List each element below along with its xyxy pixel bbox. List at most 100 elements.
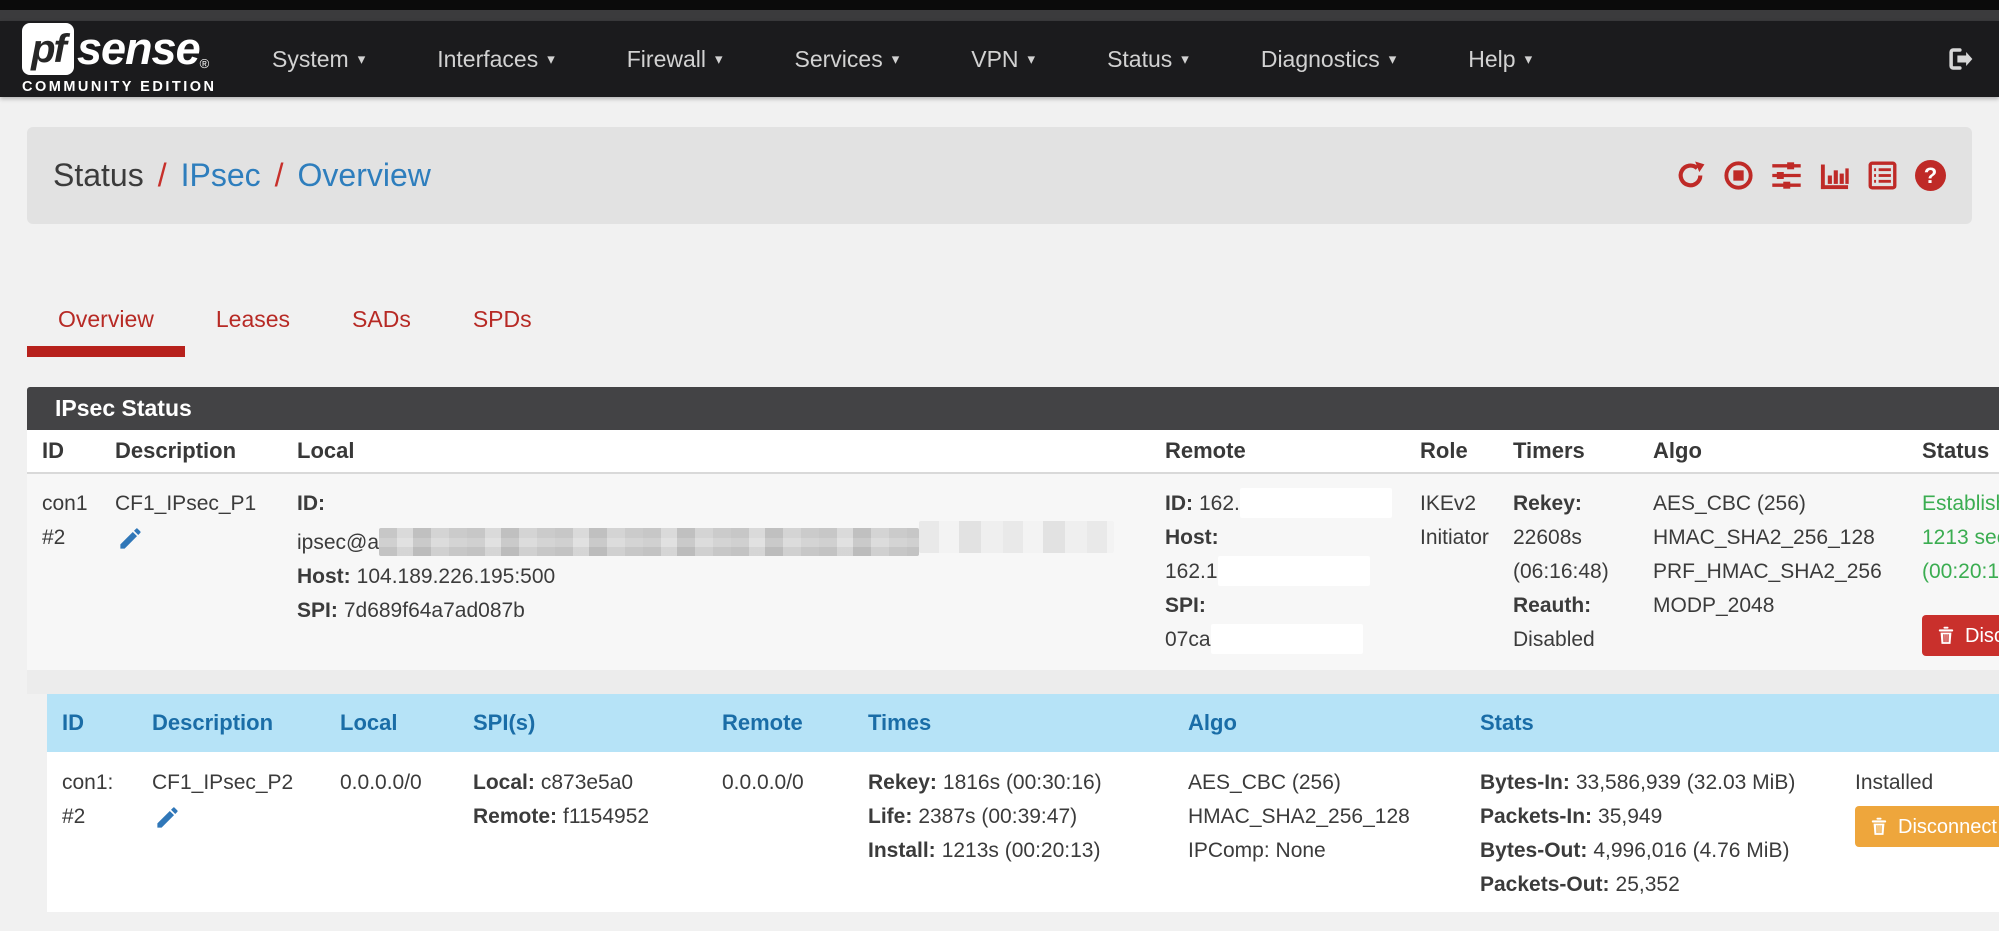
local-id-value: ipsec@a	[297, 531, 379, 554]
local-host-label: Host:	[297, 565, 351, 588]
edit-pencil-icon[interactable]	[154, 804, 181, 831]
child-times-cell: Rekey:1816s (00:30:16) Life:2387s (00:39…	[868, 766, 1188, 912]
status-age: 1213 seconds	[1922, 521, 1999, 555]
ike-status-cell: Established 1213 seconds (00:20:13) Disc…	[1922, 487, 1999, 670]
nav-item-help[interactable]: Help▾	[1432, 36, 1568, 83]
bytes-in-value: 33,586,939 (32.03 MiB)	[1576, 771, 1795, 794]
redacted-box	[1240, 488, 1392, 518]
tab-spds[interactable]: SPDs	[442, 292, 563, 357]
trash-icon	[1869, 815, 1889, 838]
ipsec-status-panel: IPsec Status ID Description Local Remote…	[27, 387, 1999, 912]
col-role: Role	[1420, 438, 1513, 464]
col-spis: SPI(s)	[473, 710, 722, 736]
edit-pencil-icon[interactable]	[117, 525, 144, 552]
bytes-out-label: Bytes-Out:	[1480, 839, 1587, 862]
nav-item-firewall[interactable]: Firewall▾	[591, 36, 759, 83]
header-action-icons: ?	[1675, 160, 1946, 191]
tab-leases[interactable]: Leases	[185, 292, 321, 357]
child-state-text: Installed	[1855, 766, 1999, 800]
reauth-label: Reauth:	[1513, 594, 1591, 617]
packets-in-value: 35,949	[1598, 805, 1662, 828]
nav-item-status[interactable]: Status▾	[1071, 36, 1225, 83]
ike-table-header: ID Description Local Remote Role Timers …	[27, 430, 1999, 474]
local-spi-value: 7d689f64a7ad087b	[344, 599, 525, 622]
disconnect-button[interactable]: Disconnect	[1855, 806, 1999, 847]
breadcrumb-link-overview[interactable]: Overview	[298, 157, 431, 194]
child-sa-table: ID Description Local SPI(s) Remote Times…	[47, 694, 1999, 912]
breadcrumb-separator: /	[158, 157, 167, 194]
stop-icon[interactable]	[1723, 160, 1754, 191]
status-state: Established	[1922, 487, 1999, 521]
nav-item-label: Diagnostics	[1261, 46, 1380, 73]
help-icon[interactable]: ?	[1915, 160, 1946, 191]
algo-line: PRF_HMAC_SHA2_256	[1653, 555, 1912, 589]
refresh-icon[interactable]	[1675, 160, 1706, 191]
col-description: Description	[115, 438, 297, 464]
chevron-down-icon: ▾	[358, 50, 366, 68]
packets-out-label: Packets-Out:	[1480, 873, 1610, 896]
nav-item-interfaces[interactable]: Interfaces ▾	[401, 36, 591, 83]
packets-in-label: Packets-In:	[1480, 805, 1592, 828]
child-spis-cell: Local:c873e5a0 Remote:f1154952	[473, 766, 722, 912]
col-description: Description	[152, 710, 340, 736]
breadcrumb-link-ipsec[interactable]: IPsec	[181, 157, 261, 194]
spi-remote-label: Remote:	[473, 805, 557, 828]
child-remote-cell: 0.0.0.0/0	[722, 766, 868, 912]
filter-sliders-icon[interactable]	[1771, 160, 1802, 191]
nav-item-diagnostics[interactable]: Diagnostics▾	[1225, 36, 1432, 83]
bar-chart-icon[interactable]	[1819, 160, 1850, 191]
bytes-out-value: 4,996,016 (4.76 MiB)	[1593, 839, 1789, 862]
remote-host-label: Host:	[1165, 526, 1219, 549]
rekey-value: 22608s	[1513, 521, 1643, 555]
disconnect-button[interactable]: Disconnect	[1922, 615, 1999, 656]
child-sa-row: con1: #2 CF1_IPsec_P2 0.0.0.0/0 Local:c8…	[47, 752, 1999, 912]
nav-item-label: VPN	[971, 46, 1018, 73]
nav-item-label: Status	[1107, 46, 1172, 73]
chevron-down-icon: ▾	[1028, 50, 1036, 68]
col-algo: Algo	[1188, 710, 1480, 736]
remote-spi-value: 07ca	[1165, 628, 1211, 651]
algo-line: AES_CBC (256)	[1188, 766, 1470, 800]
bytes-in-label: Bytes-In:	[1480, 771, 1570, 794]
breadcrumb-separator: /	[275, 157, 284, 194]
breadcrumb-section: Status	[53, 157, 144, 194]
col-times: Times	[868, 710, 1188, 736]
navbar-menu: System▾ Interfaces▾ Firewall▾ Services▾ …	[236, 36, 1943, 83]
nav-item-label: Interfaces	[437, 46, 538, 73]
chevron-down-icon: ▾	[892, 50, 900, 68]
trash-icon	[1936, 624, 1956, 647]
nav-item-vpn[interactable]: VPN ▾	[935, 36, 1071, 83]
tab-overview[interactable]: Overview	[27, 292, 185, 357]
help-glyph: ?	[1924, 163, 1937, 189]
log-list-icon[interactable]	[1867, 160, 1898, 191]
redacted-box	[1218, 556, 1370, 586]
nav-item-system[interactable]: System▾	[236, 36, 401, 83]
local-host-value: 104.189.226.195:500	[357, 565, 556, 588]
table-separator-band	[27, 670, 1999, 694]
ike-id-line1: con1	[42, 487, 105, 521]
nav-item-services[interactable]: Services▾	[759, 36, 936, 83]
nav-item-label: Firewall	[627, 46, 706, 73]
spi-local-value: c873e5a0	[541, 771, 633, 794]
subnav-tabs: Overview Leases SADs SPDs	[27, 292, 563, 357]
col-stats: Stats	[1480, 710, 1855, 736]
algo-line: IPComp: None	[1188, 834, 1470, 868]
ike-timers-cell: Rekey: 22608s (06:16:48) Reauth: Disable…	[1513, 487, 1653, 670]
algo-line: MODP_2048	[1653, 589, 1912, 623]
child-description-cell: CF1_IPsec_P2	[152, 766, 340, 912]
child-stats-cell: Bytes-In: 33,586,939 (32.03 MiB) Packets-…	[1480, 766, 1855, 912]
pfsense-logo[interactable]: pf sense ® COMMUNITY EDITION	[22, 23, 222, 95]
sign-out-icon[interactable]	[1943, 44, 1973, 74]
page-header-bar: Status / IPsec / Overview	[27, 127, 1972, 224]
ike-local-cell: ID: ipsec@a Host:104.189.226.195:500 SPI…	[297, 487, 1165, 670]
times-rekey-value: 1816s (00:30:16)	[943, 771, 1102, 794]
tab-sads[interactable]: SADs	[321, 292, 442, 357]
times-life-label: Life:	[868, 805, 912, 828]
chevron-down-icon: ▾	[547, 50, 555, 68]
remote-id-value: 162.	[1199, 492, 1240, 515]
remote-spi-label: SPI:	[1165, 594, 1206, 617]
packets-out-value: 25,352	[1616, 873, 1680, 896]
breadcrumb: Status / IPsec / Overview	[53, 157, 431, 194]
role-line1: IKEv2	[1420, 487, 1503, 521]
main-navbar: pf sense ® COMMUNITY EDITION System▾ Int…	[0, 21, 1999, 97]
